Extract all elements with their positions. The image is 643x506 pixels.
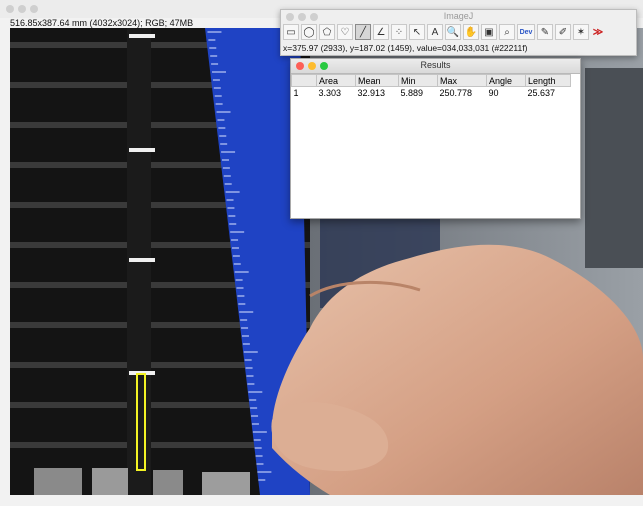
imagej-toolbar-window: ImageJ ▭ ◯ ⬠ ♡ ╱ ∠ ⁘ ↖ A 🔍 ✋ ▣ ⌕ Dev ✎ ✐ ✶ ≫ x=375.97 (29… (280, 9, 637, 56)
flood-fill-tool[interactable]: ✶ (573, 24, 589, 40)
table-cell: 1 (293, 87, 299, 98)
rectangle-tool[interactable]: ▭ (283, 24, 299, 40)
table-cell: 90 (488, 87, 499, 98)
column-header[interactable]: Mean (355, 74, 399, 87)
table-cell: 32.913 (357, 87, 386, 98)
minimize-button[interactable] (18, 5, 26, 13)
column-header[interactable]: Area (316, 74, 356, 87)
results-header-row: Area Mean Min Max Angle Length (291, 74, 571, 87)
image-info: 516.85x387.64 mm (4032x3024); RGB; 47MB (10, 18, 194, 28)
results-titlebar: Results (291, 59, 580, 74)
column-header[interactable]: Angle (486, 74, 526, 87)
tool-row: ▭ ◯ ⬠ ♡ ╱ ∠ ⁘ ↖ A 🔍 ✋ ▣ ⌕ Dev ✎ ✐ ✶ ≫ (283, 24, 607, 42)
table-row[interactable]: 1 3.303 32.913 5.889 250.778 90 25.637 (292, 87, 571, 99)
results-title: Results (420, 60, 451, 70)
brush-tool[interactable]: ✐ (555, 24, 571, 40)
results-table: Area Mean Min Max Angle Length 1 3.303 32.913 5.… (291, 74, 571, 98)
results-body: 1 3.303 32.913 5.889 250.778 90 25.637 (292, 87, 571, 99)
column-header[interactable]: Min (398, 74, 438, 87)
dev-tool[interactable]: Dev (517, 24, 535, 40)
angle-tool[interactable]: ∠ (373, 24, 389, 40)
column-header[interactable]: Max (437, 74, 487, 87)
oval-tool[interactable]: ◯ (301, 24, 317, 40)
table-cell: 3.303 (318, 87, 342, 98)
scroll-tool[interactable]: ✋ (463, 24, 479, 40)
text-tool[interactable]: A (427, 24, 443, 40)
status-line: x=375.97 (2933), y=187.02 (1459), value=… (283, 43, 528, 53)
table-cell: 5.889 (400, 87, 424, 98)
freehand-tool[interactable]: ♡ (337, 24, 353, 40)
polygon-tool[interactable]: ⬠ (319, 24, 335, 40)
search-tool[interactable]: ⌕ (499, 24, 515, 40)
more-tools[interactable]: ≫ (591, 24, 605, 40)
line-tool[interactable]: ╱ (355, 24, 371, 40)
table-cell: 250.778 (439, 87, 473, 98)
pencil-tool[interactable]: ✎ (537, 24, 553, 40)
results-window: Results Area Mean Min Max Angle Length 1 3.303… (290, 58, 581, 219)
point-tool[interactable]: ⁘ (391, 24, 407, 40)
close-button[interactable] (6, 5, 14, 13)
zoom-button[interactable] (30, 5, 38, 13)
column-header[interactable] (291, 74, 317, 87)
magnifier-tool[interactable]: 🔍 (445, 24, 461, 40)
column-header[interactable]: Length (525, 74, 571, 87)
table-cell: 25.637 (527, 87, 556, 98)
wand-tool[interactable]: ↖ (409, 24, 425, 40)
toolbar-titlebar: ImageJ (281, 10, 636, 24)
toolbar-title: ImageJ (443, 11, 474, 21)
color-picker-tool[interactable]: ▣ (481, 24, 497, 40)
